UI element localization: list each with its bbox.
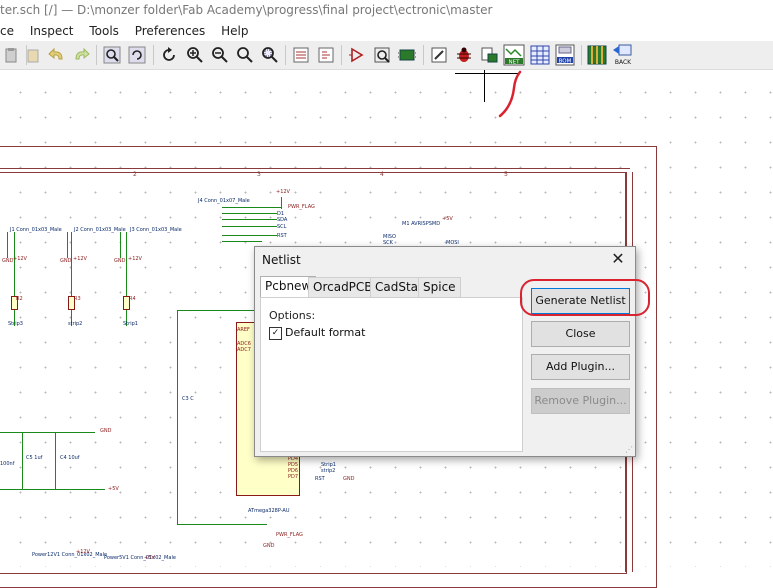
remove-plugin-button: Remove Plugin... — [531, 388, 630, 414]
window-title: ter.sch [/] — D:\monzer folder\Fab Acade… — [0, 0, 773, 22]
pcbnew-icon[interactable] — [586, 44, 608, 66]
border-tick-label: 2 — [133, 171, 137, 178]
menubar: ce Inspect Tools Preferences Help — [0, 22, 773, 41]
schematic-label: Power12V1 Conn_01x02_Male — [32, 552, 108, 558]
netlist-icon-label: NET — [509, 60, 521, 66]
schematic-label: GND — [2, 258, 14, 264]
schematic-label: C3 C — [182, 396, 194, 402]
menu-preferences[interactable]: Preferences — [135, 22, 206, 41]
close-icon[interactable]: ✕ — [609, 249, 627, 268]
main-toolbar: NET BOM BACK — [0, 41, 773, 70]
schematic-label: C4 10uf — [60, 455, 80, 461]
netlist-dialog: Netlist ✕ Pcbnew OrcadPCB2 CadStar Spice… — [254, 246, 636, 457]
schematic-label: R3 — [74, 296, 81, 302]
schematic-label: AREF — [237, 327, 250, 333]
schematic-label: Power5V1 Conn_01x02_Male — [104, 555, 176, 561]
default-format-checkbox[interactable]: ✓ — [269, 327, 282, 340]
zoom-fit-icon[interactable] — [234, 44, 256, 66]
hierarchy-icon[interactable] — [290, 44, 312, 66]
schematic-label: J1 Conn_01x03_Male — [10, 227, 62, 233]
border-tick-label: 4 — [380, 171, 384, 178]
schematic-label: GND — [114, 258, 126, 264]
close-button[interactable]: Close — [531, 321, 630, 347]
tab-spice[interactable]: Spice — [418, 277, 461, 297]
schematic-label: +12V — [73, 256, 87, 262]
zoom-in-icon[interactable] — [184, 44, 206, 66]
tab-panel-pcbnew: Options: ✓ Default format — [260, 297, 523, 452]
back-annotate-label: BACK — [615, 59, 632, 66]
schematic-label: ADC7 — [237, 347, 251, 353]
zoom-out-icon[interactable] — [209, 44, 231, 66]
schematic-label: R2 — [16, 296, 23, 302]
schematic-label: +12V — [276, 189, 290, 195]
schematic-label: J2 Conn_01x03_Male — [74, 227, 126, 233]
schematic-label: GND — [263, 543, 275, 549]
border-tick-label: 3 — [257, 171, 261, 178]
red-annotation-circle — [520, 279, 650, 316]
bom-icon-label: BOM — [559, 59, 572, 65]
erc-icon[interactable] — [453, 44, 475, 66]
schematic-label: 100nf — [0, 461, 15, 467]
schematic-label: R4 — [129, 296, 136, 302]
find-icon[interactable] — [101, 44, 123, 66]
schematic-label: GND — [60, 258, 72, 264]
schematic-label: J3 Conn_01x03_Male — [130, 227, 182, 233]
sheet-border-ruler — [0, 168, 630, 169]
schematic-label: PWR_FLAG — [276, 532, 303, 538]
zoom-selection-icon[interactable] — [259, 44, 281, 66]
schematic-label: PD7 — [288, 474, 299, 480]
add-symbol-icon[interactable] — [346, 44, 368, 66]
schematic-label: GND — [100, 428, 112, 434]
assign-footprints-icon[interactable] — [396, 44, 418, 66]
schematic-label: RST — [315, 476, 325, 482]
menu-inspect[interactable]: Inspect — [30, 22, 74, 41]
redo-icon[interactable] — [70, 44, 92, 66]
add-plugin-button[interactable]: Add Plugin... — [531, 354, 630, 380]
options-label: Options: — [269, 309, 316, 322]
symbol-browser-icon[interactable] — [371, 44, 393, 66]
netlist-icon[interactable]: NET — [503, 44, 525, 66]
resize-grip-icon[interactable]: ⋰ — [625, 445, 633, 454]
menu-help[interactable]: Help — [221, 22, 248, 41]
schematic-label: J4 Conn_01x07_Male — [198, 198, 250, 204]
schematic-label: +5V — [144, 555, 155, 561]
undo-icon[interactable] — [46, 44, 68, 66]
schematic-label: strip2 — [321, 468, 336, 474]
dialog-title: Netlist — [262, 253, 301, 267]
annotate-icon[interactable] — [428, 44, 450, 66]
default-format-label: Default format — [285, 326, 366, 339]
schematic-label: GND — [343, 476, 355, 482]
schematic-label: +12V — [128, 256, 142, 262]
leave-sheet-icon[interactable] — [315, 44, 337, 66]
schematic-label: +5V — [442, 216, 453, 222]
schematic-label: SDA — [277, 217, 288, 223]
schematic-label: Strip1 — [123, 321, 138, 327]
schematic-label: SCL — [277, 224, 287, 230]
schematic-label: RST — [277, 233, 287, 239]
schematic-label: M1 AVRISPSMD — [402, 221, 441, 227]
menu-tools[interactable]: Tools — [89, 22, 119, 41]
schematic-label: strip2 — [68, 321, 83, 327]
assign-footprints-icon[interactable] — [478, 44, 500, 66]
schematic-label: Strip3 — [8, 321, 23, 327]
find-replace-icon[interactable] — [126, 44, 148, 66]
schematic-label: ATmega328P-AU — [248, 508, 290, 514]
schematic-label: C5 1uf — [26, 455, 43, 461]
paste-icon[interactable] — [0, 44, 22, 66]
border-tick-label: 5 — [504, 171, 508, 178]
schematic-label: +12V — [13, 256, 27, 262]
bom-icon[interactable]: BOM — [554, 44, 576, 66]
red-annotation-stroke — [498, 70, 522, 118]
back-annotate-icon[interactable]: BACK — [611, 44, 635, 66]
schematic-label: +5V — [108, 486, 119, 492]
schematic-label: PWR_FLAG — [288, 204, 315, 210]
bom-table-icon[interactable] — [529, 44, 551, 66]
schematic-label: +12V — [76, 549, 90, 555]
refresh-icon[interactable] — [158, 44, 180, 66]
paste-icon[interactable] — [22, 44, 44, 66]
menu-place[interactable]: ce — [0, 22, 14, 41]
cursor-crosshair — [484, 70, 485, 102]
